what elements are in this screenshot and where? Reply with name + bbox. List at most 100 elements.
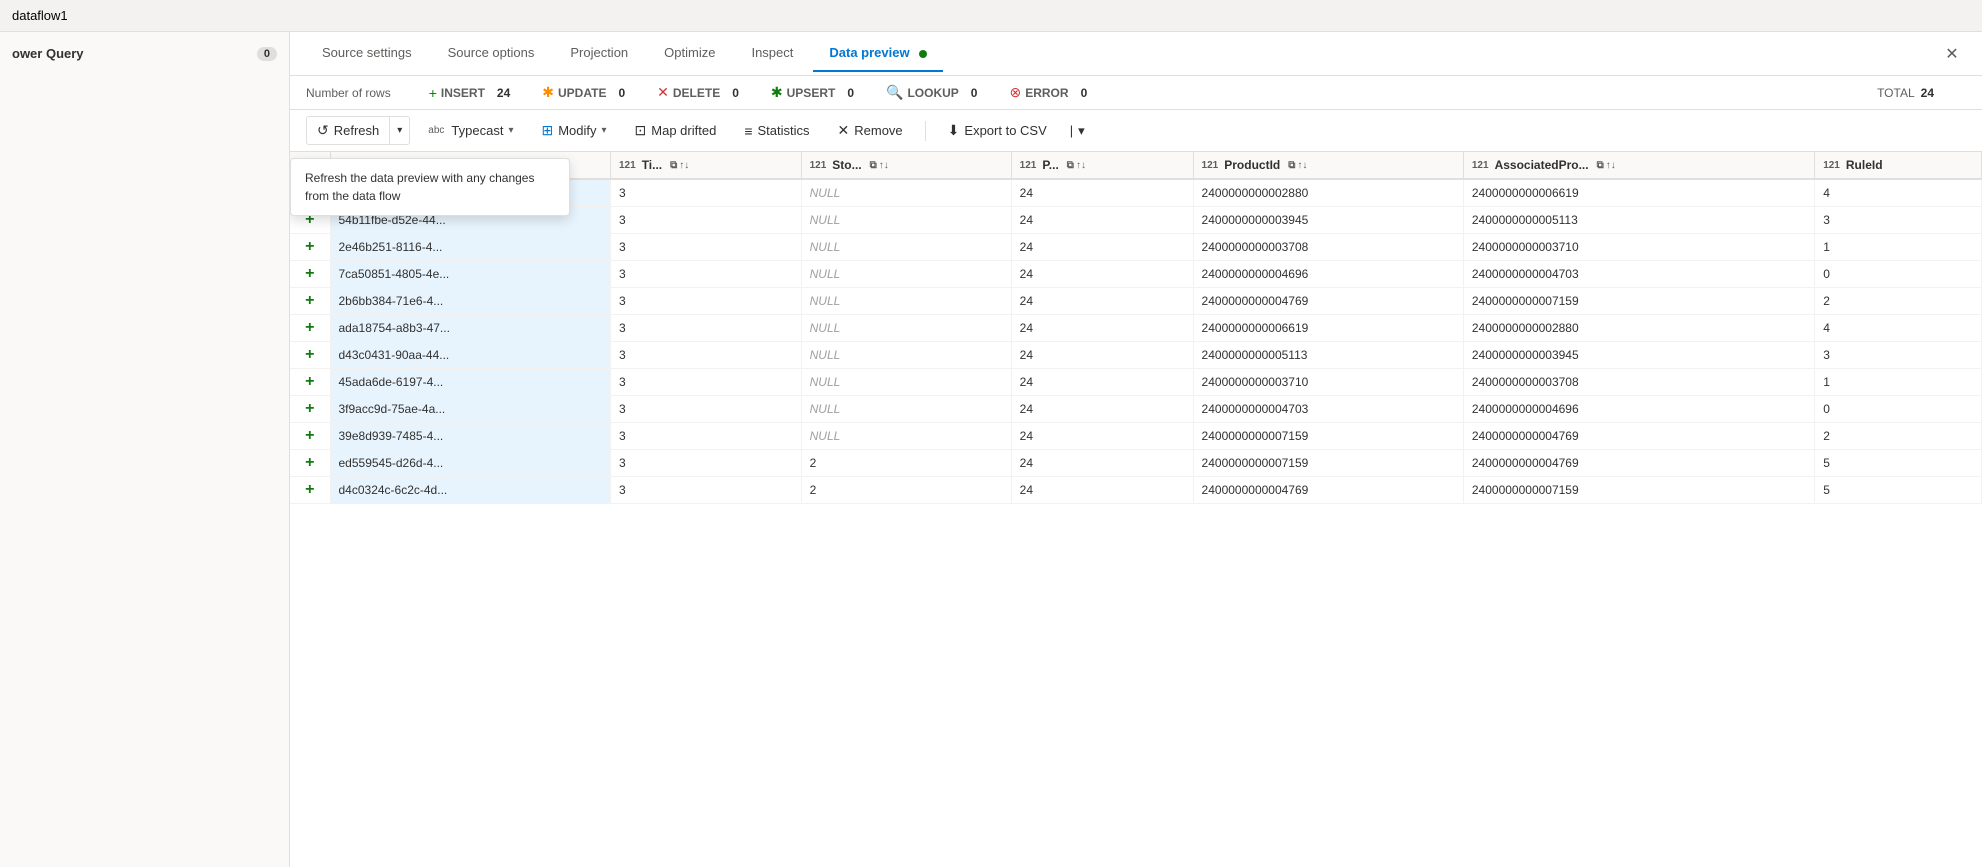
row-plus-icon[interactable]: +: [305, 319, 314, 336]
close-button[interactable]: ✕: [1938, 40, 1966, 68]
row-add-action[interactable]: +: [290, 477, 330, 504]
cell-ruleid: 0: [1815, 261, 1982, 288]
stat-upsert: ✱ UPSERT 0: [771, 84, 854, 101]
table-row: + ada18754-a8b3-47... 3 NULL 24 24000000…: [290, 315, 1982, 342]
row-add-action[interactable]: +: [290, 423, 330, 450]
cell-ti: 3: [611, 477, 802, 504]
cell-p: 24: [1011, 369, 1193, 396]
table-row: + 7ca50851-4805-4e... 3 NULL 24 24000000…: [290, 261, 1982, 288]
cell-assocpro: 2400000000004769: [1463, 423, 1814, 450]
col-copy-icon3[interactable]: ⧉: [870, 160, 877, 171]
row-plus-icon[interactable]: +: [305, 373, 314, 390]
stat-insert: + INSERT 24: [429, 85, 511, 101]
tab-source-options[interactable]: Source options: [432, 35, 551, 72]
modify-chevron-icon: ▾: [602, 125, 607, 136]
cell-productid: 2400000000006619: [1193, 315, 1463, 342]
cell-recordid: ed559545-d26d-4...: [330, 450, 611, 477]
row-plus-icon[interactable]: +: [305, 481, 314, 498]
typecast-chevron-icon: ▾: [508, 125, 513, 136]
cell-assocpro: 2400000000007159: [1463, 477, 1814, 504]
row-add-action[interactable]: +: [290, 450, 330, 477]
cell-p: 24: [1011, 342, 1193, 369]
table-row: + 45ada6de-6197-4... 3 NULL 24 240000000…: [290, 369, 1982, 396]
toolbar-separator: [925, 121, 926, 141]
cell-ruleid: 4: [1815, 179, 1982, 207]
col-copy-icon6[interactable]: ⧉: [1597, 160, 1604, 171]
cell-ruleid: 2: [1815, 423, 1982, 450]
row-plus-icon[interactable]: +: [305, 292, 314, 309]
row-plus-icon[interactable]: +: [305, 238, 314, 255]
tab-inspect[interactable]: Inspect: [735, 35, 809, 72]
row-plus-icon[interactable]: +: [305, 346, 314, 363]
map-drifted-button[interactable]: ⊡ Map drifted: [625, 117, 727, 144]
row-add-action[interactable]: +: [290, 396, 330, 423]
row-plus-icon[interactable]: +: [305, 400, 314, 417]
col-sort-icon3[interactable]: ↑↓: [879, 160, 889, 171]
content-area: Source settings Source options Projectio…: [290, 32, 1982, 867]
export-more-button[interactable]: | ▾: [1065, 118, 1090, 144]
cell-recordid: 2b6bb384-71e6-4...: [330, 288, 611, 315]
cell-sto: NULL: [801, 369, 1011, 396]
sidebar-badge: 0: [257, 47, 277, 61]
cell-ti: 3: [611, 261, 802, 288]
cell-assocpro: 2400000000003710: [1463, 234, 1814, 261]
tabs-bar: Source settings Source options Projectio…: [290, 32, 1982, 76]
stat-delete: ✕ DELETE 0: [657, 84, 739, 101]
cell-ruleid: 3: [1815, 342, 1982, 369]
col-sort-icon4[interactable]: ↑↓: [1076, 160, 1086, 171]
tab-source-settings[interactable]: Source settings: [306, 35, 428, 72]
row-plus-icon[interactable]: +: [305, 454, 314, 471]
table-row: + 2e46b251-8116-4... 3 NULL 24 240000000…: [290, 234, 1982, 261]
row-add-action[interactable]: +: [290, 342, 330, 369]
col-copy-icon2[interactable]: ⧉: [670, 160, 677, 171]
tab-data-preview[interactable]: Data preview: [813, 35, 943, 72]
sidebar-title: ower Query: [12, 46, 84, 61]
stats-row: Number of rows + INSERT 24 ✱ UPDATE 0 ✕ …: [290, 76, 1982, 110]
refresh-dropdown-button[interactable]: ▾: [390, 120, 409, 141]
cell-sto: NULL: [801, 288, 1011, 315]
table-row: + 39e8d939-7485-4... 3 NULL 24 240000000…: [290, 423, 1982, 450]
row-add-action[interactable]: +: [290, 234, 330, 261]
lookup-label: LOOKUP: [907, 86, 958, 100]
typecast-button[interactable]: abc Typecast ▾: [418, 118, 523, 143]
tab-projection[interactable]: Projection: [554, 35, 644, 72]
cell-ruleid: 5: [1815, 477, 1982, 504]
statistics-icon: ≡: [744, 123, 752, 139]
row-add-action[interactable]: +: [290, 369, 330, 396]
cell-ti: 3: [611, 342, 802, 369]
col-header-productid: 121 ProductId ⧉ ↑↓: [1193, 152, 1463, 179]
statistics-button[interactable]: ≡ Statistics: [734, 118, 819, 144]
modify-button[interactable]: ⊞ Modify ▾: [531, 117, 616, 144]
export-csv-button[interactable]: ⬇ Export to CSV: [938, 117, 1057, 144]
col-copy-icon4[interactable]: ⧉: [1067, 160, 1074, 171]
row-add-action[interactable]: +: [290, 261, 330, 288]
col-sort-icon5[interactable]: ↑↓: [1297, 160, 1307, 171]
cell-ti: 3: [611, 207, 802, 234]
cell-recordid: 3f9acc9d-75ae-4a...: [330, 396, 611, 423]
cell-ruleid: 5: [1815, 450, 1982, 477]
typecast-icon: abc: [428, 125, 444, 136]
refresh-button[interactable]: ↺ Refresh: [307, 117, 390, 144]
row-add-action[interactable]: +: [290, 288, 330, 315]
cell-recordid: 45ada6de-6197-4...: [330, 369, 611, 396]
cell-ti: 3: [611, 179, 802, 207]
sidebar-header: ower Query 0: [0, 40, 289, 67]
col-copy-icon5[interactable]: ⧉: [1288, 160, 1295, 171]
cell-recordid: 2e46b251-8116-4...: [330, 234, 611, 261]
row-add-action[interactable]: +: [290, 315, 330, 342]
stat-total: TOTAL 24: [1877, 86, 1934, 100]
row-plus-icon[interactable]: +: [305, 265, 314, 282]
col-header-p: 121 P... ⧉ ↑↓: [1011, 152, 1193, 179]
cell-sto: 2: [801, 477, 1011, 504]
error-label: ERROR: [1025, 86, 1068, 100]
col-sort-icon6[interactable]: ↑↓: [1606, 160, 1616, 171]
cell-sto: NULL: [801, 396, 1011, 423]
col-sort-icon2[interactable]: ↑↓: [679, 160, 689, 171]
remove-button[interactable]: ✕ Remove: [828, 117, 913, 144]
export-more-chevron-icon: |: [1070, 123, 1073, 138]
cell-ti: 3: [611, 423, 802, 450]
row-plus-icon[interactable]: +: [305, 427, 314, 444]
tab-optimize[interactable]: Optimize: [648, 35, 731, 72]
cell-sto: 2: [801, 450, 1011, 477]
cell-ti: 3: [611, 234, 802, 261]
